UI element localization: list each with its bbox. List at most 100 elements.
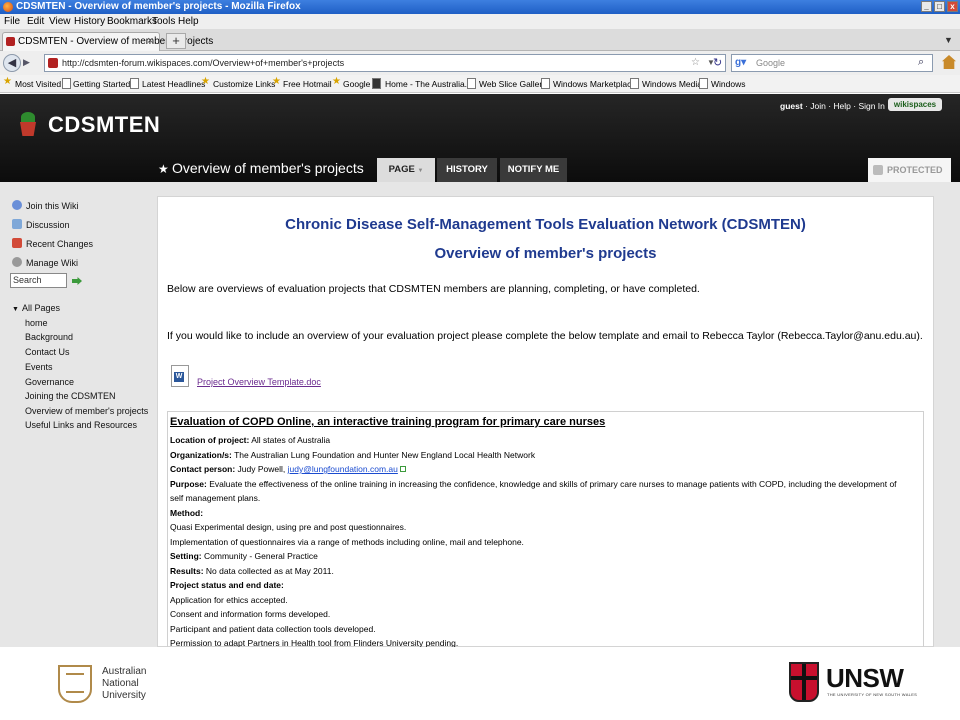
- bookmark-windows[interactable]: Windows: [711, 79, 745, 89]
- plant-pot-icon: [18, 112, 38, 138]
- user-icon: [12, 200, 22, 210]
- status-line-2: Consent and information forms developed.: [170, 609, 331, 619]
- method-line-1: Quasi Experimental design, using pre and…: [170, 522, 407, 532]
- browser-tab[interactable]: CDSMTEN - Overview of member's projects …: [2, 32, 213, 51]
- protected-label: PROTECTED: [887, 165, 943, 175]
- search-bar[interactable]: g▾ Google ⌕: [731, 54, 933, 72]
- tab-notify-me[interactable]: NOTIFY ME: [500, 158, 567, 182]
- help-link[interactable]: Help: [833, 101, 850, 111]
- tab-page-label: PAGE: [388, 164, 415, 175]
- sidebar-page-background[interactable]: Background: [25, 332, 73, 342]
- sidebar-join[interactable]: Join this Wiki: [12, 200, 79, 211]
- page-icon: [630, 78, 639, 89]
- favorite-star-icon[interactable]: ★: [158, 162, 169, 176]
- menu-view[interactable]: View: [49, 16, 71, 27]
- back-icon[interactable]: ◀: [3, 54, 21, 72]
- all-pages-label: All Pages: [21, 303, 60, 313]
- sidebar-search-input[interactable]: Search: [10, 273, 67, 288]
- anu-line-3: University: [102, 690, 146, 701]
- sidebar-page-contact-us[interactable]: Contact Us: [25, 347, 70, 357]
- sidebar-page-useful-links[interactable]: Useful Links and Resources: [25, 420, 137, 430]
- firefox-icon: [3, 2, 13, 12]
- google-icon[interactable]: g▾: [735, 57, 746, 68]
- home-icon[interactable]: [942, 55, 956, 69]
- forward-icon[interactable]: ▶: [23, 57, 30, 68]
- wikispaces-badge[interactable]: wikispaces: [888, 98, 942, 111]
- external-link-icon: [399, 466, 406, 472]
- bookmark-home-australia[interactable]: Home - The Australia...: [385, 79, 472, 89]
- sidebar-page-overview[interactable]: Overview of member's projects: [25, 406, 148, 416]
- contact-name: Judy Powell,: [237, 464, 286, 474]
- url-text[interactable]: http://cdsmten-forum.wikispaces.com/Over…: [62, 58, 344, 68]
- wiki-header: guest · Join · Help · Sign In wikispaces…: [0, 94, 960, 182]
- search-placeholder: Google: [756, 58, 786, 68]
- guest-label: guest: [780, 101, 803, 111]
- gear-icon: [12, 257, 22, 267]
- search-icon[interactable]: ⌕: [918, 56, 924, 69]
- wiki-name[interactable]: CDSMTEN: [48, 112, 160, 138]
- bookmark-windows-media[interactable]: Windows Media: [642, 79, 702, 89]
- content-subtitle: Overview of member's projects: [434, 245, 657, 262]
- new-tab-button[interactable]: +: [166, 33, 186, 49]
- sign-in-link[interactable]: Sign In: [858, 101, 884, 111]
- bookmark-customize-links[interactable]: Customize Links: [213, 79, 275, 89]
- footer-logos: Australian National University UNSW THE …: [0, 647, 960, 720]
- sidebar-page-joining[interactable]: Joining the CDSMTEN: [25, 391, 116, 401]
- organization-line: Organization/s: The Australian Lung Foun…: [170, 450, 535, 460]
- setting-value: Community - General Practice: [204, 551, 318, 561]
- organization-value: The Australian Lung Foundation and Hunte…: [234, 450, 536, 460]
- user-links: guest · Join · Help · Sign In: [780, 101, 885, 111]
- method-line-2: Implementation of questionnaires via a r…: [170, 537, 524, 547]
- join-link[interactable]: Join: [810, 101, 826, 111]
- bookmark-web-slice-gallery[interactable]: Web Slice Gallery: [479, 79, 546, 89]
- chat-icon: [12, 219, 22, 229]
- tab-history[interactable]: HISTORY: [437, 158, 497, 182]
- menu-bookmarks[interactable]: Bookmarks: [107, 16, 157, 27]
- menu-edit[interactable]: Edit: [27, 16, 44, 27]
- url-bar[interactable]: http://cdsmten-forum.wikispaces.com/Over…: [44, 54, 726, 72]
- sidebar-manage-wiki[interactable]: Manage Wiki: [12, 257, 78, 268]
- minimize-icon[interactable]: _: [921, 1, 932, 12]
- menu-tools[interactable]: Tools: [152, 16, 175, 27]
- window-title: CDSMTEN - Overview of member's projects …: [16, 1, 301, 12]
- sidebar-recent-changes[interactable]: Recent Changes: [12, 238, 93, 249]
- bookmark-windows-marketplace[interactable]: Windows Marketplace: [553, 79, 636, 89]
- menu-bar: File Edit View History Bookmarks Tools H…: [0, 14, 960, 29]
- sidebar-page-governance[interactable]: Governance: [25, 377, 74, 387]
- bookmark-star-icon[interactable]: ☆: [691, 57, 700, 68]
- bookmark-free-hotmail[interactable]: Free Hotmail: [283, 79, 332, 89]
- sidebar-page-events[interactable]: Events: [25, 362, 53, 372]
- purpose-continued: self management plans.: [170, 493, 261, 503]
- contact-email-link[interactable]: judy@lungfoundation.com.au: [288, 464, 398, 474]
- maximize-icon[interactable]: □: [934, 1, 945, 12]
- tab-page[interactable]: PAGE ▼: [377, 158, 435, 182]
- unsw-tagline: THE UNIVERSITY OF NEW SOUTH WALES: [827, 692, 918, 697]
- bookmark-getting-started[interactable]: Getting Started: [73, 79, 130, 89]
- instruction-text: If you would like to include an overview…: [167, 330, 923, 342]
- navigation-bar: ◀ ▶ http://cdsmten-forum.wikispaces.com/…: [0, 51, 960, 75]
- rss-page-icon: [130, 78, 139, 89]
- tab-close-icon[interactable]: ×: [147, 35, 153, 47]
- location-line: Location of project: All states of Austr…: [170, 435, 330, 445]
- template-file-link[interactable]: Project Overview Template.doc: [197, 377, 321, 387]
- bookmark-google[interactable]: Google: [343, 79, 370, 89]
- bookmark-latest-headlines[interactable]: Latest Headlines: [142, 79, 205, 89]
- results-value: No data collected as at May 2011.: [205, 566, 334, 576]
- ie-link-icon: ★: [201, 76, 210, 87]
- page-icon: [372, 78, 381, 89]
- menu-file[interactable]: File: [4, 16, 20, 27]
- all-pages-toggle[interactable]: ▼ All Pages: [12, 303, 60, 313]
- page-heading: Overview of member's projects: [172, 160, 364, 176]
- sidebar-page-home[interactable]: home: [25, 318, 48, 328]
- tab-list-dropdown-icon[interactable]: ▼: [944, 35, 953, 45]
- close-icon[interactable]: x: [947, 1, 958, 12]
- sidebar-discussion[interactable]: Discussion: [12, 219, 70, 230]
- purpose-line: Purpose: Evaluate the effectiveness of t…: [170, 479, 897, 489]
- menu-help[interactable]: Help: [178, 16, 199, 27]
- menu-history[interactable]: History: [74, 16, 105, 27]
- reload-icon[interactable]: ↻: [713, 56, 722, 69]
- search-go-icon[interactable]: [72, 277, 82, 285]
- bookmark-most-visited[interactable]: Most Visited: [15, 79, 61, 89]
- contact-line: Contact person: Judy Powell, judy@lungfo…: [170, 464, 406, 474]
- status-line-1: Application for ethics accepted.: [170, 595, 288, 605]
